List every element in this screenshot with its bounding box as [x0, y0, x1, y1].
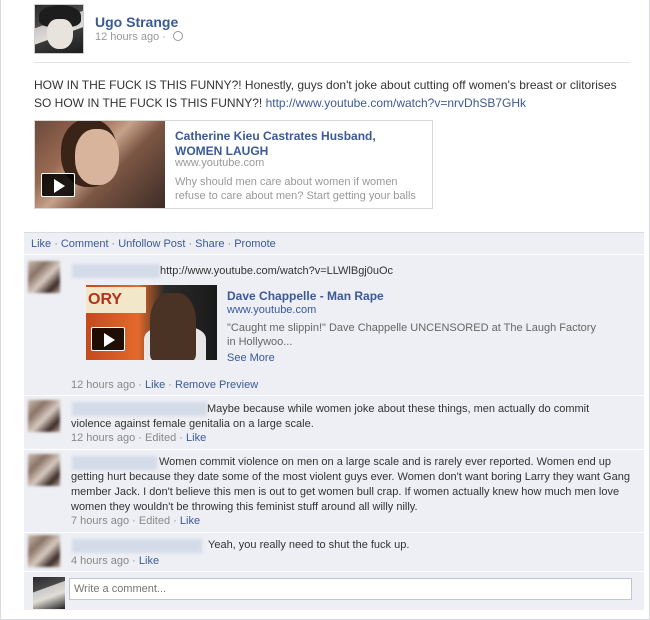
preview-description: "Caught me slippin!" Dave Chappelle UNCE… — [227, 322, 596, 348]
commenter-avatar[interactable] — [28, 454, 60, 486]
shared-link-domain: www.youtube.com — [175, 157, 265, 169]
comment-timestamp[interactable]: 12 hours ago — [71, 432, 135, 444]
shared-link-description: Why should men care about women if women… — [175, 176, 416, 202]
commenter-avatar[interactable] — [28, 261, 60, 293]
comment-like-link[interactable]: Like — [139, 555, 159, 567]
comment-like-link[interactable]: Like — [186, 432, 206, 444]
thumbnail-sign-text: ORY — [86, 287, 146, 313]
commenter-name-redacted[interactable] — [72, 539, 202, 553]
comment-text: Maybe because while women joke about the… — [71, 403, 590, 430]
promote-link[interactable]: Promote — [234, 238, 276, 250]
commenter-avatar[interactable] — [28, 535, 60, 567]
post-meta: 12 hours ago · — [95, 31, 184, 43]
comment-timestamp[interactable]: 7 hours ago — [71, 515, 129, 527]
comment-link[interactable]: Comment — [61, 238, 109, 250]
edited-label[interactable]: Edited — [139, 515, 170, 527]
edited-label[interactable]: Edited — [145, 432, 176, 444]
comment-text: Women commit violence on men on a large … — [71, 456, 630, 513]
comment-like-link[interactable]: Like — [180, 515, 200, 527]
see-more-link[interactable]: See More — [227, 352, 275, 364]
post-text: HOW IN THE FUCK IS THIS FUNNY?! Honestly… — [34, 76, 630, 112]
comment-meta: 12 hours ago · Like · Remove Preview — [71, 379, 259, 391]
comment: Maybe because while women joke about the… — [24, 395, 644, 449]
play-icon[interactable] — [41, 173, 75, 197]
like-link[interactable]: Like — [31, 238, 51, 250]
remove-preview-link[interactable]: Remove Preview — [175, 379, 258, 391]
post-actions: Like · Comment · Unfollow Post · Share · Promote — [31, 238, 276, 250]
play-icon[interactable] — [91, 327, 125, 351]
comment-url-link[interactable]: http://www.youtube.com/watch?v=LLWlBgj0u… — [160, 264, 460, 279]
comment-like-link[interactable]: Like — [145, 379, 165, 391]
comment: Women commit violence on men on a large … — [24, 449, 644, 532]
globe-icon[interactable] — [173, 31, 184, 41]
preview-domain[interactable]: www.youtube.com — [227, 304, 316, 316]
comment-timestamp[interactable]: 12 hours ago — [71, 379, 135, 391]
post-url-link[interactable]: http://www.youtube.com/watch?v=nrvDhSB7G… — [266, 96, 526, 110]
author-name[interactable]: Ugo Strange — [95, 14, 178, 30]
post-timestamp[interactable]: 12 hours ago — [95, 31, 159, 43]
viewer-avatar — [33, 577, 65, 609]
shared-video-thumbnail[interactable] — [35, 121, 165, 208]
preview-video-thumbnail[interactable]: ORY — [86, 285, 217, 360]
preview-title[interactable]: Dave Chappelle - Man Rape — [227, 289, 384, 303]
commenter-avatar[interactable] — [28, 400, 60, 432]
comment-meta: 4 hours ago · Like — [71, 555, 160, 567]
comment: Yeah, you really need to shut the fuck u… — [24, 532, 644, 571]
comment-meta: 12 hours ago · Edited · Like — [71, 432, 207, 444]
comment-meta: 7 hours ago · Edited · Like — [71, 515, 201, 527]
comment-timestamp[interactable]: 4 hours ago — [71, 555, 129, 567]
author-avatar[interactable] — [34, 4, 84, 54]
comment-text: Yeah, you really need to shut the fuck u… — [208, 539, 410, 551]
commenter-name-redacted[interactable] — [72, 264, 160, 278]
comment-input[interactable] — [69, 578, 632, 600]
divider — [34, 62, 630, 63]
unfollow-post-link[interactable]: Unfollow Post — [118, 238, 185, 250]
share-link[interactable]: Share — [195, 238, 224, 250]
link-preview[interactable]: ORY Dave Chappelle - Man Rape www.youtub… — [86, 285, 606, 365]
shared-link-card[interactable]: Catherine Kieu Castrates Husband, WOMEN … — [34, 120, 433, 209]
shared-link-title[interactable]: Catherine Kieu Castrates Husband, WOMEN … — [175, 129, 425, 159]
